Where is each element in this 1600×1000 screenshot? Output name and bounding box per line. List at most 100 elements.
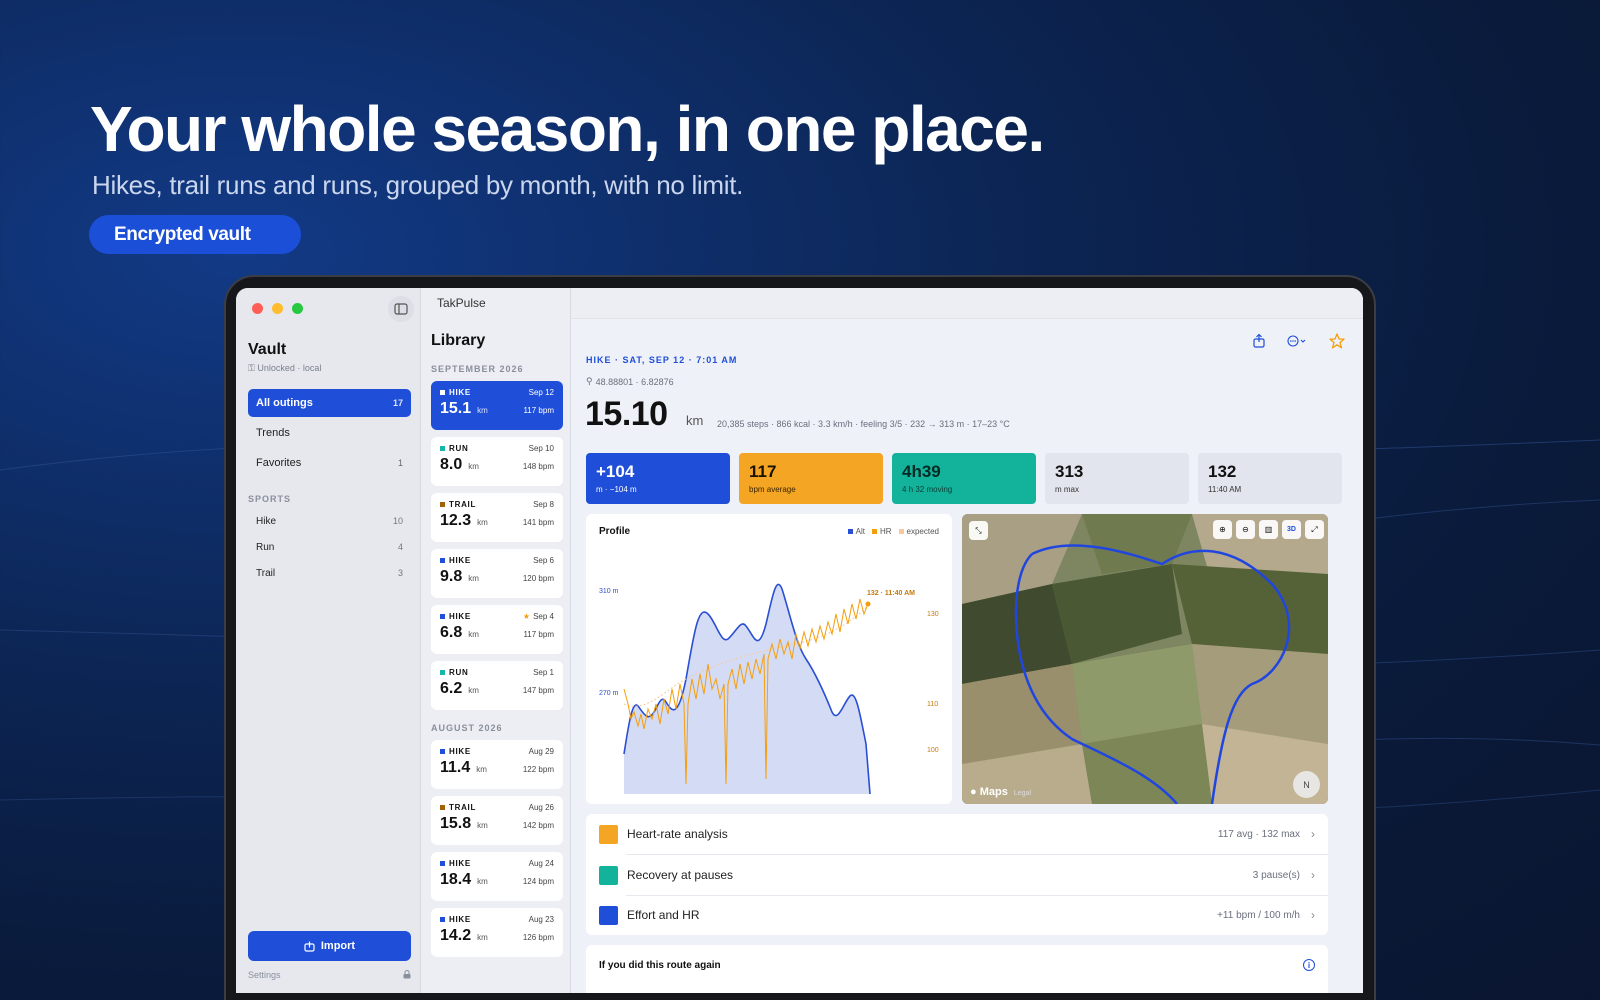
card-body: 8.0 km 148 bpm [440,456,554,474]
card-body: 12.3 km 141 bpm [440,512,554,530]
card-date: Aug 24 [529,859,554,868]
sport-swatch [440,502,445,507]
effort-swatch [599,905,618,925]
card-sport: RUN [440,444,468,453]
card-distance: 11.4 km [440,759,487,777]
outing-card[interactable]: HIKE Sep 12 15.1 km 117 bpm [431,381,563,430]
card-header: HIKE Sep 12 [440,388,554,397]
outing-card[interactable]: HIKE Aug 29 11.4 km 122 bpm [431,740,563,789]
route-map[interactable]: ⤡ ⊕ ⊖ ▥ 3D ⤢ ● Maps Legal N [962,514,1328,804]
map-style-button[interactable]: ▥ [1259,520,1278,539]
compass-icon[interactable]: N [1293,771,1320,798]
sidebar-item-favorites[interactable]: Favorites 1 [248,449,411,477]
card-date: ★ Sep 4 [523,612,554,621]
outing-card[interactable]: RUN Sep 1 6.2 km 147 bpm [431,661,563,710]
distance-unit: km [477,406,488,415]
outing-card[interactable]: HIKE Sep 6 9.8 km 120 bpm [431,549,563,598]
sport-label: HIKE [449,915,471,924]
card-sport: HIKE [440,612,471,621]
zoom-out-button[interactable]: ⊖ [1236,520,1255,539]
row-title: Recovery at pauses [627,868,734,882]
outing-card[interactable]: HIKE Aug 24 18.4 km 124 bpm [431,852,563,901]
maps-legal-link[interactable]: Legal [1014,790,1031,797]
share-icon[interactable] [1253,334,1265,348]
app-window: Vault ⚿ Unlocked · local All outings 17 … [236,288,1363,993]
stat-label: m max [1055,485,1079,494]
row-effort-and-hr[interactable]: Effort and HR +11 bpm / 100 m/h › [586,895,1328,935]
unlock-icon: ⚿ [248,363,258,373]
date-label: Sep 10 [528,444,554,453]
outing-header: HIKE · SAT, SEP 12 · 7:01 AM [586,355,738,365]
card-bpm: 117 bpm [523,630,554,639]
sidebar-item-trends[interactable]: Trends [248,419,411,447]
stat-label: 4 h 32 moving [902,485,953,494]
card-header: HIKE Aug 24 [440,859,554,868]
card-sport: RUN [440,668,468,677]
sidebar-item-hike[interactable]: Hike 10 [248,510,411,532]
chart-legend: Alt HR expected [847,527,939,536]
sidebar-toggle-icon [394,303,408,315]
legend-swatch [898,529,904,534]
info-icon[interactable]: i [1303,959,1315,971]
zoom-in-button[interactable]: ⊕ [1213,520,1232,539]
row-recovery-at-pauses[interactable]: Recovery at pauses 3 pause(s) › [586,855,1328,895]
sport-swatch [440,446,445,451]
card-body: 15.8 km 142 bpm [440,815,554,833]
stat-label: bpm average [749,485,796,494]
sidebar-item-all-outings[interactable]: All outings 17 [248,389,411,417]
outing-card[interactable]: RUN Sep 10 8.0 km 148 bpm [431,437,563,486]
outing-card[interactable]: TRAIL Aug 26 15.8 km 142 bpm [431,796,563,845]
more-options-icon[interactable] [1287,335,1307,347]
legend-swatch [847,529,853,534]
minimize-window-button[interactable] [272,303,283,314]
stat-value: 132 [1208,462,1237,481]
distance-unit: km [686,413,704,428]
stat-card-elevation: +104 m · −104 m [586,453,730,504]
import-button[interactable]: Import [248,931,411,961]
sidebar-toggle-button[interactable] [388,296,414,322]
route-button[interactable]: ⤢ [1305,520,1324,539]
map-expand-button[interactable]: ⤡ [969,521,988,540]
satellite-map [962,514,1328,804]
sport-swatch [440,749,445,754]
outing-card[interactable]: TRAIL Sep 8 12.3 km 141 bpm [431,493,563,542]
card-distance: 6.8 km [440,624,479,642]
favorite-star-icon: ★ [522,612,531,621]
distance-value: 15.10 [585,395,668,433]
card-header: HIKE ★ Sep 4 [440,612,554,621]
sidebar: Vault ⚿ Unlocked · local All outings 17 … [236,288,421,993]
settings-row[interactable]: Settings [248,970,411,980]
sidebar-item-trail[interactable]: Trail 3 [248,562,411,584]
card-header: TRAIL Sep 8 [440,500,554,509]
card-header: TRAIL Aug 26 [440,803,554,812]
favorite-star-icon[interactable] [1329,333,1345,349]
sidebar-item-label: Trail [256,567,276,579]
card-body: 18.4 km 124 bpm [440,871,554,889]
close-window-button[interactable] [252,303,263,314]
outing-card[interactable]: HIKE Aug 23 14.2 km 126 bpm [431,908,563,957]
row-value: +11 bpm / 100 m/h [1217,909,1300,921]
map-3d-button[interactable]: 3D [1282,520,1301,539]
chevron-right-icon: › [1311,908,1315,922]
row-heart-rate-analysis[interactable]: Heart-rate analysis 117 avg · 132 max › [586,814,1328,854]
stat-card-duration: 4h39 4 h 32 moving [892,453,1036,504]
card-date: Sep 8 [533,500,554,509]
sidebar-item-count: 4 [397,542,403,552]
import-icon [304,941,315,952]
sport-swatch [440,805,445,810]
zoom-window-button[interactable] [292,303,303,314]
sidebar-item-run[interactable]: Run 4 [248,536,411,558]
peak-hr-label: 132 · 11:40 AM [867,590,915,597]
distance-value: 18.4 [440,871,472,888]
card-date: Sep 10 [529,444,554,453]
route-icon: ⤢ [1311,524,1318,534]
zoom-out-icon: ⊖ [1242,525,1249,534]
date-label: Sep 1 [533,668,554,677]
sport-swatch [440,558,445,563]
apple-logo-icon: ● [970,786,980,798]
outing-card[interactable]: HIKE ★ Sep 4 6.8 km 117 bpm [431,605,563,654]
outing-meta: 20,385 steps · 866 kcal · 3.3 km/h · fee… [717,419,1010,429]
sidebar-item-label: Hike [256,515,277,527]
card-distance: 6.2 km [440,680,479,698]
recovery-swatch [599,865,618,885]
